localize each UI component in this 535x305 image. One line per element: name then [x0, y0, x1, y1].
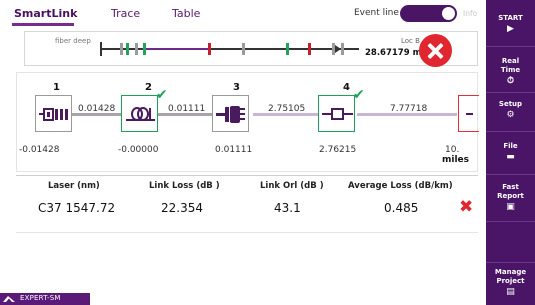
average-loss-value: 0.485 [384, 201, 419, 215]
play-icon: ▶ [507, 24, 514, 34]
fail-status-icon [419, 34, 452, 67]
column-header: Laser (nm) [48, 181, 100, 191]
element-distance: 0.01111 [215, 145, 253, 155]
manage-project-button[interactable]: Manage Project ▤ [486, 268, 535, 297]
right-sidebar: START ▶ Real Time ⏱ Setup ⚙ File ▬ Fast … [486, 0, 535, 305]
laser-value: C37 1547.72 [38, 201, 116, 215]
results-table: Laser (nm) Link Loss (dB ) Link Orl (dB … [16, 175, 478, 229]
event-marker[interactable] [242, 43, 245, 55]
event-marker[interactable] [120, 43, 123, 55]
file-button[interactable]: File ▬ [486, 142, 535, 162]
divider [486, 262, 535, 263]
link-element-1[interactable] [35, 95, 72, 132]
tab-bar: SmartLink Trace Table Event line Info [0, 0, 486, 26]
splice-box-icon [322, 108, 353, 120]
link-segment-length: 2.75105 [268, 104, 306, 114]
fiber-segment [142, 48, 209, 50]
fiber-module-icon [3, 296, 15, 302]
element-number: 3 [233, 82, 240, 93]
event-marker[interactable] [332, 43, 335, 55]
element-distance: 10. [445, 145, 460, 155]
setup-button[interactable]: Setup ⚙ [486, 100, 535, 120]
splice-coil-icon [126, 107, 155, 121]
folder-icon: ▬ [506, 152, 515, 162]
divider [486, 131, 535, 132]
module-name: EXPERT-SM [20, 294, 61, 302]
link-segment-length: 0.01428 [78, 104, 116, 114]
event-marker[interactable] [143, 43, 146, 55]
tab-table[interactable]: Table [172, 7, 200, 20]
divider [486, 174, 535, 175]
report-icon: ▣ [506, 202, 515, 212]
fast-report-button[interactable]: Fast Report ▣ [486, 183, 535, 212]
tab-trace[interactable]: Trace [111, 7, 140, 20]
divider [486, 92, 535, 93]
event-marker[interactable] [286, 43, 289, 55]
toggle-knob [442, 7, 455, 20]
tab-smartlink[interactable]: SmartLink [14, 7, 77, 20]
link-segment-length: 7.77718 [390, 104, 428, 114]
loc-label: Loc B [401, 37, 420, 45]
active-tab-indicator [12, 23, 74, 26]
divider [486, 221, 535, 222]
element-distance: -0.00000 [118, 145, 159, 155]
gear-icon: ⚙ [506, 110, 515, 120]
fiber-overview-strip[interactable]: fiber deep Loc B 28.67179 miles [24, 31, 478, 66]
real-time-button[interactable]: Real Time ⏱ [486, 57, 535, 86]
link-element-3[interactable] [212, 95, 249, 132]
real-time-label: Real Time [500, 57, 521, 74]
pass-check-icon: ✔ [156, 87, 168, 103]
info-label[interactable]: Info [463, 9, 477, 18]
element-number: 2 [145, 82, 152, 93]
divider [16, 232, 478, 233]
pass-check-icon: ✔ [353, 87, 365, 103]
manage-project-label: Manage Project [494, 268, 527, 285]
element-number: 1 [53, 82, 60, 93]
event-marker[interactable] [308, 43, 311, 55]
element-distance: -0.01428 [19, 145, 60, 155]
event-marker[interactable] [208, 43, 211, 55]
element-icon-partial [466, 113, 473, 115]
divider [486, 46, 535, 47]
start-label: START [498, 14, 523, 22]
distance-unit: miles [442, 155, 470, 165]
column-header: Link Loss (dB ) [149, 181, 220, 191]
fail-x-icon: ✖ [459, 197, 474, 217]
event-marker[interactable] [135, 43, 138, 55]
launch-connector-icon [39, 108, 68, 121]
connector-plug-icon [216, 106, 245, 123]
column-header: Average Loss (dB/km) [348, 181, 453, 191]
setup-label: Setup [498, 100, 523, 108]
fast-report-label: Fast Report [497, 183, 524, 200]
start-button[interactable]: START ▶ [486, 14, 535, 34]
link-element-2[interactable] [121, 95, 158, 132]
event-marker[interactable] [341, 43, 344, 55]
element-distance: 2.76215 [319, 145, 357, 155]
link-view: 1 2 3 4 0.01428 ✔ 0.01111 2.75105 ✔ 7.77… [16, 72, 479, 172]
link-element-4[interactable] [318, 95, 355, 132]
link-orl-value: 43.1 [274, 201, 301, 215]
element-number: 4 [343, 82, 350, 93]
event-marker[interactable] [126, 43, 129, 55]
column-header: Link Orl (dB ) [260, 181, 324, 191]
link-loss-value: 22.354 [161, 201, 203, 215]
link-segment-length: 0.01111 [168, 104, 206, 114]
file-label: File [503, 142, 518, 150]
event-line-label: Event line [354, 8, 399, 18]
fiber-name-label: fiber deep [55, 37, 91, 45]
stopwatch-icon: ⏱ [506, 76, 515, 86]
status-bar: EXPERT-SM [0, 293, 90, 305]
event-line-toggle[interactable] [400, 5, 457, 22]
project-icon: ▤ [506, 287, 515, 297]
